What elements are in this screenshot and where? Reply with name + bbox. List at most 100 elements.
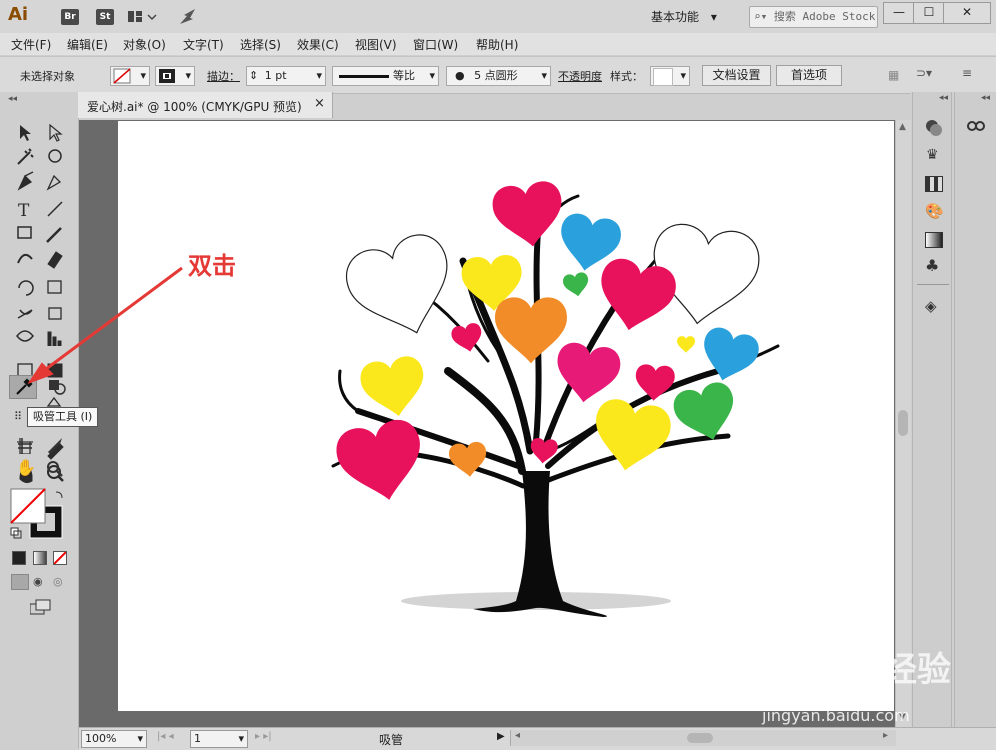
illustrator-logo: Ai xyxy=(8,4,29,25)
zoom-tool-icon[interactable] xyxy=(46,460,64,481)
graphic-style-picker[interactable]: ▾ xyxy=(650,66,690,86)
document-tab[interactable]: 爱心树.ai* @ 100% (CMYK/GPU 预览) × xyxy=(78,92,333,118)
stroke-weight-value: 1 pt xyxy=(264,69,287,82)
draw-inside-icon[interactable]: ◎ xyxy=(53,575,63,588)
menu-edit[interactable]: 编辑(E) xyxy=(67,36,108,53)
chevron-down-icon: ▾ xyxy=(137,732,143,745)
blend-tool-icon[interactable] xyxy=(48,379,66,398)
last-artboard-icon[interactable]: ▸ ▸| xyxy=(255,731,272,742)
search-placeholder: 搜索 Adobe Stock xyxy=(773,10,876,23)
creative-cloud-libraries-icon[interactable] xyxy=(964,118,988,137)
chevron-down-icon: ▾ xyxy=(185,69,191,82)
menu-file[interactable]: 文件(F) xyxy=(11,36,51,53)
color-guide-icon[interactable]: 🎨 xyxy=(925,202,944,220)
more-tools-icon[interactable]: ⠿ xyxy=(14,410,22,423)
document-tab-title: 爱心树.ai* @ 100% (CMYK/GPU 预览) xyxy=(87,100,302,114)
collapse-icon[interactable]: ◂◂ xyxy=(8,94,17,104)
gpu-performance-icon[interactable] xyxy=(178,8,198,29)
close-window-button[interactable]: ✕ xyxy=(943,2,991,24)
symbols-panel-icon[interactable]: ♣ xyxy=(925,256,939,275)
gradient-mode-button[interactable] xyxy=(33,551,47,565)
menu-effect[interactable]: 效果(C) xyxy=(297,36,339,53)
scroll-right-icon[interactable]: ▸ xyxy=(883,730,888,741)
color-panel-icon[interactable] xyxy=(925,119,943,137)
close-tab-icon[interactable]: × xyxy=(314,96,325,111)
current-tool-status: 吸管 xyxy=(379,733,404,747)
heart-orange-center xyxy=(495,297,567,364)
menu-help[interactable]: 帮助(H) xyxy=(476,36,518,53)
stock-search-input[interactable]: ⌕▾ 搜索 Adobe Stock xyxy=(749,6,878,28)
hand-tool-icon[interactable]: ✋ xyxy=(16,458,36,477)
heart-magenta-top xyxy=(490,178,568,252)
maximize-button[interactable]: ☐ xyxy=(913,2,945,24)
menu-type[interactable]: 文字(T) xyxy=(183,36,224,53)
chevron-down-icon: ▾ xyxy=(429,69,435,82)
brushes-panel-icon[interactable]: ♛ xyxy=(926,147,939,163)
scrollbar-thumb[interactable] xyxy=(898,410,908,436)
heart-yellow-tiny xyxy=(677,336,695,353)
slice-tool-icon[interactable] xyxy=(46,436,64,457)
double-click-annotation: 双击 xyxy=(188,252,236,280)
scrollbar-thumb[interactable] xyxy=(687,733,713,743)
menu-object[interactable]: 对象(O) xyxy=(123,36,166,53)
menu-view[interactable]: 视图(V) xyxy=(355,36,397,53)
collapse-icon[interactable]: ◂◂ xyxy=(939,93,948,103)
collapse-icon[interactable]: ◂◂ xyxy=(981,93,990,103)
heart-magenta-mid xyxy=(634,363,676,403)
hearts xyxy=(332,178,764,509)
menu-window[interactable]: 窗口(W) xyxy=(413,36,458,53)
fill-swatch[interactable]: ▾ xyxy=(110,66,150,86)
draw-behind-icon[interactable]: ◉ xyxy=(33,575,43,588)
document-setup-button[interactable]: 文档设置 xyxy=(702,65,771,86)
control-bar: 未选择对象 ▾ ▾ 描边： ⇕ 1 pt ▾ 等比 ▾ ● 5 点圆形 ▾ 不透… xyxy=(0,56,996,94)
artboard-tool-icon[interactable] xyxy=(17,438,33,457)
stepper-icon: ⇕ xyxy=(249,69,259,82)
preferences-button[interactable]: 首选项 xyxy=(776,65,842,86)
scroll-left-icon[interactable]: ◂ xyxy=(515,730,520,741)
screen-mode-icon[interactable] xyxy=(29,599,52,618)
stroke-weight-field[interactable]: ⇕ 1 pt ▾ xyxy=(246,66,326,86)
dot-icon: ● xyxy=(455,69,465,82)
brush-definition[interactable]: ● 5 点圆形 ▾ xyxy=(446,66,551,86)
menu-bar: 文件(F) 编辑(E) 对象(O) 文字(T) 选择(S) 效果(C) 视图(V… xyxy=(0,33,996,55)
heart-green-small xyxy=(561,271,591,299)
chevron-down-icon: ▾ xyxy=(316,69,322,82)
artboard[interactable] xyxy=(118,121,894,711)
menu-select[interactable]: 选择(S) xyxy=(240,36,281,53)
workspace-label: 基本功能 xyxy=(651,10,700,24)
color-mode-button[interactable] xyxy=(12,551,26,565)
vertical-scrollbar[interactable]: ▲ ▼ xyxy=(895,120,911,727)
chevron-down-icon: ▾ xyxy=(238,732,244,745)
line-preview-icon xyxy=(339,75,389,78)
chevron-down-icon: ▾ xyxy=(680,69,686,82)
first-artboard-icon[interactable]: |◂ ◂ xyxy=(157,731,174,742)
scroll-up-icon[interactable]: ▲ xyxy=(899,122,906,132)
none-mode-button[interactable] xyxy=(53,551,67,565)
status-menu-icon[interactable]: ▶ xyxy=(497,731,505,742)
zoom-value: 100% xyxy=(85,732,117,745)
opacity-label[interactable]: 不透明度 xyxy=(558,68,602,84)
stroke-swatch[interactable]: ▾ xyxy=(155,66,195,86)
artboard-number-field[interactable]: 1 ▾ xyxy=(190,730,248,748)
swatches-panel-icon[interactable] xyxy=(925,176,943,192)
gradient-panel-icon[interactable] xyxy=(925,232,943,248)
arrange-documents-icon[interactable] xyxy=(128,10,157,22)
panel-menu-icon[interactable]: ≡ xyxy=(962,66,972,80)
tools-grid: T xyxy=(16,123,64,484)
chevron-down-icon: ▾ xyxy=(541,69,547,82)
status-bar: 100% ▾ |◂ ◂ 1 ▾ ▸ ▸| 吸管 ▶ ◂ ▸ xyxy=(79,727,996,750)
workspace-switcher[interactable]: 基本功能 ▾ xyxy=(651,7,741,27)
transform-icon[interactable]: ⊃▾ xyxy=(916,66,932,80)
eyedropper-tool[interactable] xyxy=(9,375,37,399)
stock-button[interactable]: St xyxy=(96,9,114,25)
fill-stroke-swatches[interactable] xyxy=(10,488,63,539)
variable-width-profile[interactable]: 等比 ▾ xyxy=(332,66,439,86)
zoom-field[interactable]: 100% ▾ xyxy=(81,730,147,748)
draw-normal-icon[interactable] xyxy=(11,574,29,590)
horizontal-scrollbar[interactable]: ◂ ▸ xyxy=(510,730,896,746)
align-icon[interactable]: ▦ xyxy=(888,68,899,82)
layers-panel-icon[interactable]: ◈ xyxy=(925,297,937,315)
bridge-button[interactable]: Br xyxy=(61,9,79,25)
stroke-label[interactable]: 描边： xyxy=(207,68,240,84)
minimize-button[interactable]: — xyxy=(883,2,915,24)
